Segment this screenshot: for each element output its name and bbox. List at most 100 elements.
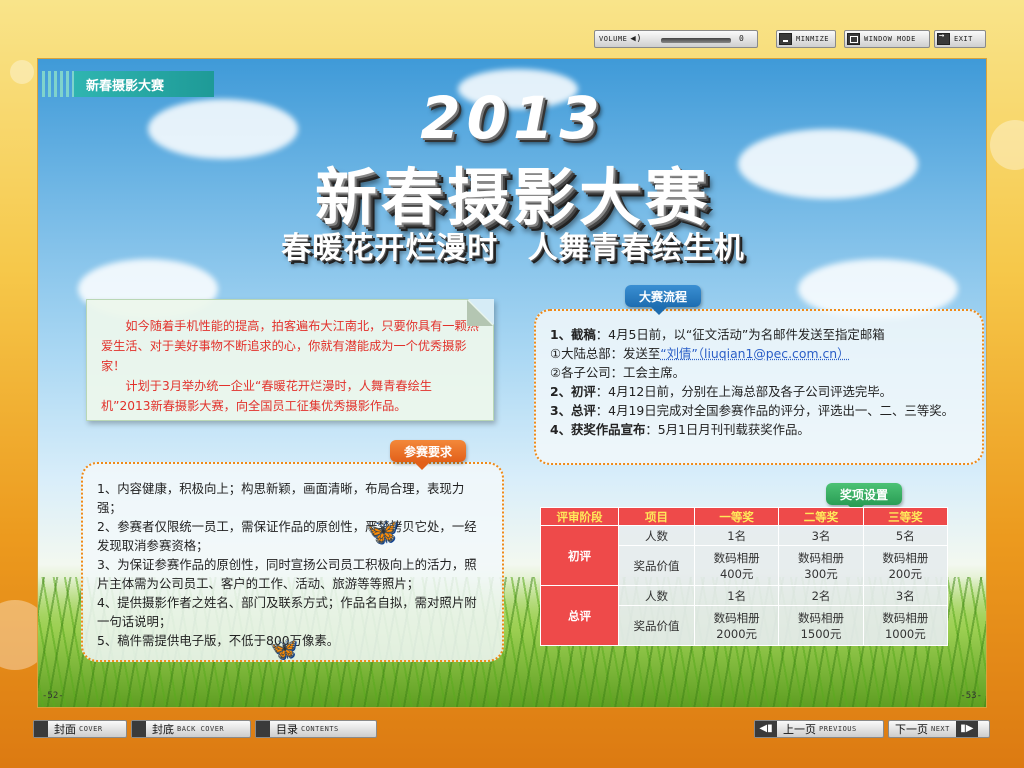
nav-label-en: NEXT xyxy=(931,725,950,733)
nav-label: 下一页 xyxy=(895,721,928,737)
bokeh-light xyxy=(10,60,34,84)
table-cell: 2名 xyxy=(779,586,863,606)
process-step-title: 3、总评 xyxy=(550,403,596,418)
contents-button[interactable]: 目录 CONTENTS xyxy=(255,720,377,738)
exit-icon xyxy=(937,33,950,45)
requirement-item: 4、提供摄影作者之姓名、部门及联系方式；作品名自拟，需对照片附一句话说明； xyxy=(97,593,488,631)
requirements-tag: 参赛要求 xyxy=(390,440,466,462)
speaker-icon: ◀) xyxy=(630,34,642,44)
next-page-button[interactable]: 下一页 NEXT ▮▶ xyxy=(888,720,990,738)
process-step-title: 4、获奖作品宣布 xyxy=(550,422,645,437)
minimize-button[interactable]: MINMIZE xyxy=(776,30,836,48)
page-number-left: -52- xyxy=(42,691,64,701)
stage-cell: 初评 xyxy=(541,526,619,586)
magazine-spread: 新春摄影大赛 2013 新春摄影大赛 春暖花开烂漫时 人舞青春绘生机 如今随着手… xyxy=(37,58,987,708)
nav-label-en: PREVIOUS xyxy=(819,725,857,733)
title-year: 2013 xyxy=(38,84,987,152)
exit-button[interactable]: EXIT xyxy=(934,30,986,48)
minimize-icon xyxy=(779,33,792,45)
cover-button[interactable]: 封面 COVER xyxy=(33,720,127,738)
table-cell: 1名 xyxy=(695,526,779,546)
process-line: ①大陆总部：发送至“刘倩”（liuqian1@pec.com.cn） xyxy=(550,344,968,363)
prev-arrow-icon: ◀▮ xyxy=(755,721,777,737)
table-cell: 奖品价值 xyxy=(619,606,695,646)
table-cell: 3名 xyxy=(779,526,863,546)
process-step-title: 1、截稿 xyxy=(550,327,596,342)
nav-label: 上一页 xyxy=(783,721,816,737)
volume-control[interactable]: VOLUME ◀) 0 xyxy=(594,30,758,48)
process-line: 1、截稿：4月5日前，以“征文活动”为名邮件发送至指定邮箱 xyxy=(550,325,968,344)
contact-email-link[interactable]: “刘倩”（liuqian1@pec.com.cn） xyxy=(660,346,849,361)
table-cell: 数码相册 1000元 xyxy=(863,606,947,646)
nav-label-en: COVER xyxy=(79,725,103,733)
process-step-text: ：4月19日完成对全国参赛作品的评分，评选出一、二、三等奖。 xyxy=(596,403,954,418)
nav-cap xyxy=(132,721,146,737)
nav-cap xyxy=(256,721,270,737)
awards-table: 评审阶段 项目 一等奖 二等奖 三等奖 初评 人数 1名 3名 5名 奖品价值 … xyxy=(540,507,948,646)
table-cell: 数码相册 1500元 xyxy=(779,606,863,646)
requirements-box: 1、内容健康，积极向上；构思新颖，画面清晰，布局合理，表现力强； 2、参赛者仅限… xyxy=(81,462,504,662)
process-tag: 大赛流程 xyxy=(625,285,701,307)
process-step-text: ：5月1日月刊刊载获奖作品。 xyxy=(645,422,809,437)
minimize-label: MINMIZE xyxy=(796,35,829,43)
table-header: 二等奖 xyxy=(779,508,863,526)
intro-card: 如今随着手机性能的提高，拍客遍布大江南北，只要你具有一颗热爱生活、对于美好事物不… xyxy=(86,299,494,421)
requirement-item: 2、参赛者仅限统一员工，需保证作品的原创性，严禁拷贝它处，一经发现取消参赛资格； xyxy=(97,517,488,555)
bokeh-light xyxy=(990,120,1024,170)
table-header: 项目 xyxy=(619,508,695,526)
table-cell: 奖品价值 xyxy=(619,546,695,586)
table-cell: 5名 xyxy=(863,526,947,546)
table-header-row: 评审阶段 项目 一等奖 二等奖 三等奖 xyxy=(541,508,948,526)
back-cover-button[interactable]: 封底 BACK COVER xyxy=(131,720,251,738)
nav-cap xyxy=(34,721,48,737)
window-mode-label: WINDOW MODE xyxy=(864,35,916,43)
process-box: 1、截稿：4月5日前，以“征文活动”为名邮件发送至指定邮箱 ①大陆总部：发送至“… xyxy=(534,309,984,465)
process-line: ②各子公司：工会主席。 xyxy=(550,363,968,382)
volume-value: 0 xyxy=(739,34,744,43)
process-step-text: ①大陆总部：发送至 xyxy=(550,346,660,361)
requirement-item: 1、内容健康，积极向上；构思新颖，画面清晰，布局合理，表现力强； xyxy=(97,479,488,517)
table-cell: 数码相册 300元 xyxy=(779,546,863,586)
table-header: 三等奖 xyxy=(863,508,947,526)
next-arrow-icon: ▮▶ xyxy=(956,721,978,737)
table-cell: 3名 xyxy=(863,586,947,606)
process-step-text: ：4月12日前，分别在上海总部及各子公司评选完毕。 xyxy=(596,384,892,399)
table-cell: 1名 xyxy=(695,586,779,606)
table-header: 评审阶段 xyxy=(541,508,619,526)
process-step-title: 2、初评 xyxy=(550,384,596,399)
process-line: 4、获奖作品宣布：5月1日月刊刊载获奖作品。 xyxy=(550,420,968,439)
process-line: 2、初评：4月12日前，分别在上海总部及各子公司评选完毕。 xyxy=(550,382,968,401)
page-number-right: -53- xyxy=(960,691,982,701)
table-row: 初评 人数 1名 3名 5名 xyxy=(541,526,948,546)
nav-label: 封面 xyxy=(54,721,76,737)
table-row: 总评 人数 1名 2名 3名 xyxy=(541,586,948,606)
table-cell: 人数 xyxy=(619,526,695,546)
requirement-item: 3、为保证参赛作品的原创性，同时宣扬公司员工积极向上的活力，照片主体需为公司员工… xyxy=(97,555,488,593)
intro-paragraph: 如今随着手机性能的提高，拍客遍布大江南北，只要你具有一颗热爱生活、对于美好事物不… xyxy=(101,316,479,376)
requirements-tag-label: 参赛要求 xyxy=(404,443,452,460)
process-step-text: ：4月5日前，以“征文活动”为名邮件发送至指定邮箱 xyxy=(596,327,885,342)
table-header: 一等奖 xyxy=(695,508,779,526)
table-cell: 数码相册 2000元 xyxy=(695,606,779,646)
table-cell: 数码相册 400元 xyxy=(695,546,779,586)
volume-label: VOLUME xyxy=(599,35,627,43)
window-mode-icon xyxy=(847,33,860,45)
table-cell: 人数 xyxy=(619,586,695,606)
page-subtitle: 春暖花开烂漫时 人舞青春绘生机 xyxy=(38,223,987,267)
window-mode-button[interactable]: WINDOW MODE xyxy=(844,30,930,48)
volume-slider[interactable] xyxy=(661,38,731,43)
intro-paragraph: 计划于3月举办统一企业“春暖花开烂漫时，人舞青春绘生机”2013新春摄影大赛，向… xyxy=(101,376,479,416)
nav-label-en: CONTENTS xyxy=(301,725,339,733)
awards-tag-label: 奖项设置 xyxy=(840,486,888,503)
butterfly-icon: 🦋 xyxy=(366,517,398,547)
table-cell: 数码相册 200元 xyxy=(863,546,947,586)
butterfly-icon: 🦋 xyxy=(270,637,297,662)
process-line: 3、总评：4月19日完成对全国参赛作品的评分，评选出一、二、三等奖。 xyxy=(550,401,968,420)
process-tag-label: 大赛流程 xyxy=(639,288,687,305)
nav-label: 封底 xyxy=(152,721,174,737)
stage-cell: 总评 xyxy=(541,586,619,646)
exit-label: EXIT xyxy=(954,35,973,43)
nav-label-en: BACK COVER xyxy=(177,725,224,733)
previous-page-button[interactable]: ◀▮ 上一页 PREVIOUS xyxy=(754,720,884,738)
nav-label: 目录 xyxy=(276,721,298,737)
